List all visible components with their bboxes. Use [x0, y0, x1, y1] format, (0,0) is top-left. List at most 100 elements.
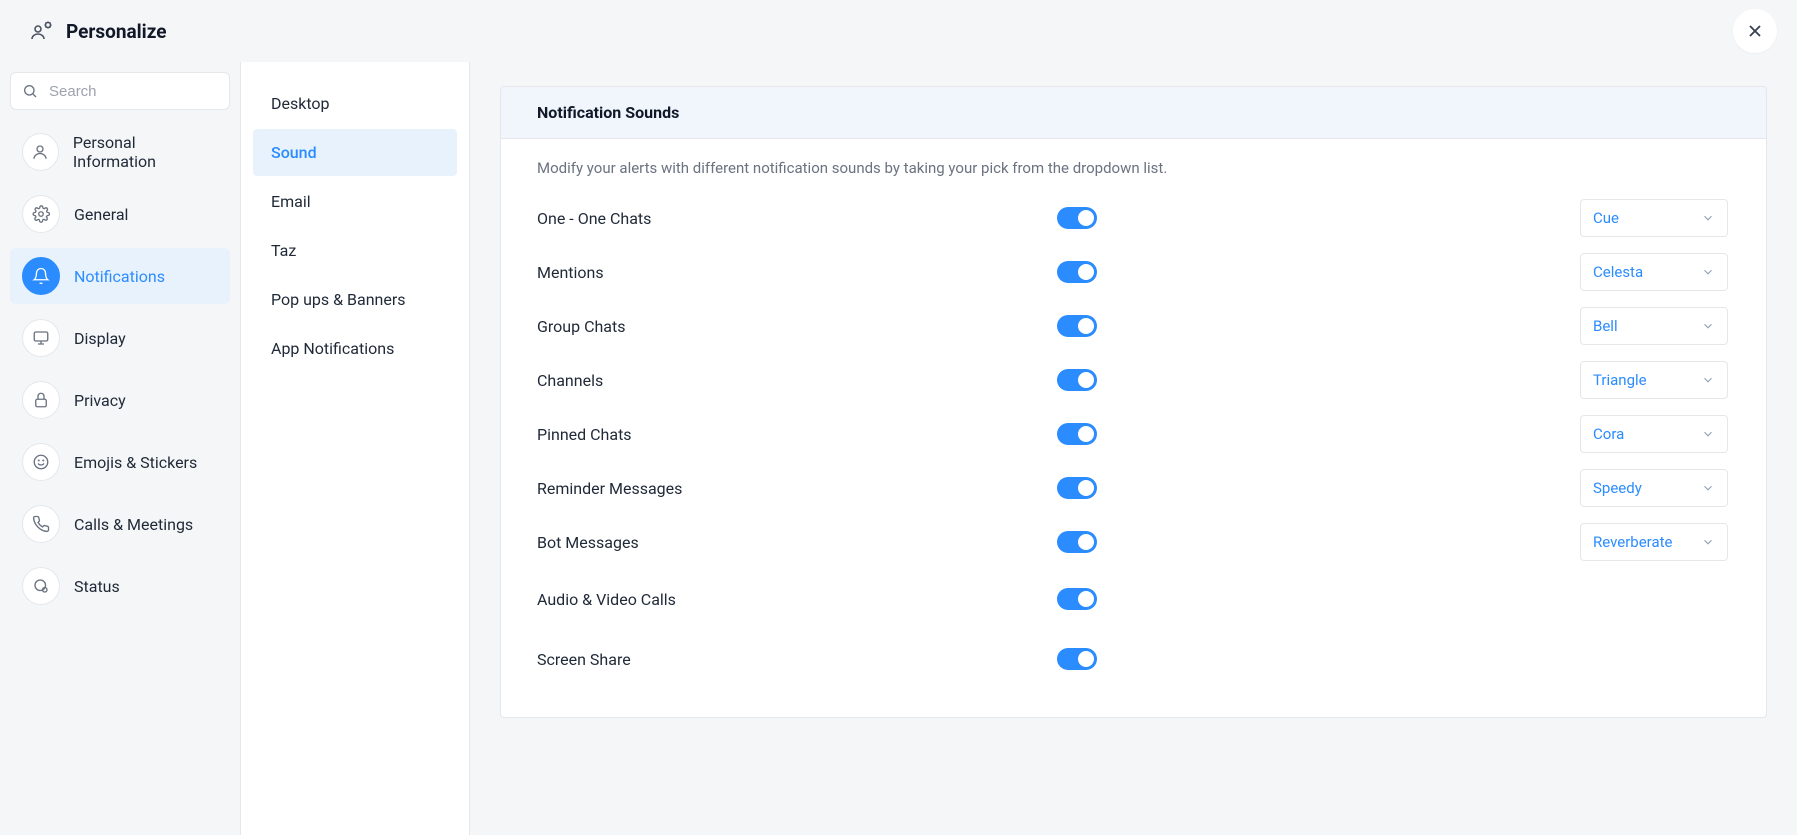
lock-icon: [22, 381, 60, 419]
subnav-item-desktop[interactable]: Desktop: [253, 80, 457, 127]
sound-select-channels[interactable]: Triangle: [1580, 361, 1728, 399]
phone-icon: [22, 505, 60, 543]
sound-select-group-chats[interactable]: Bell: [1580, 307, 1728, 345]
row-label: Bot Messages: [537, 533, 1057, 552]
sound-select-pinned-chats[interactable]: Cora: [1580, 415, 1728, 453]
close-icon: [1745, 21, 1765, 41]
sidebar-item-privacy[interactable]: Privacy: [10, 372, 230, 428]
toggle-audio-video-calls[interactable]: [1057, 588, 1097, 610]
search-icon: [22, 83, 38, 99]
toggle-one-one-chats[interactable]: [1057, 207, 1097, 229]
row-label: Pinned Chats: [537, 425, 1057, 444]
select-value: Bell: [1593, 317, 1618, 335]
header: Personalize: [0, 0, 1797, 62]
row-reminder-messages: Reminder Messages Speedy: [537, 461, 1730, 515]
select-value: Reverberate: [1593, 533, 1673, 551]
row-screen-share: Screen Share: [537, 629, 1730, 689]
sidebar-item-label: General: [74, 205, 128, 224]
toggle-channels[interactable]: [1057, 369, 1097, 391]
toggle-screen-share[interactable]: [1057, 648, 1097, 670]
main-content: Notification Sounds Modify your alerts w…: [470, 62, 1797, 835]
subnav-item-popups-banners[interactable]: Pop ups & Banners: [253, 276, 457, 323]
panel-description: Modify your alerts with different notifi…: [501, 139, 1766, 183]
page-title: Personalize: [66, 20, 166, 43]
chevron-down-icon: [1701, 211, 1715, 225]
toggle-group-chats[interactable]: [1057, 315, 1097, 337]
sidebar: Personal Information General Notificatio…: [0, 62, 240, 835]
subnav-item-sound[interactable]: Sound: [253, 129, 457, 176]
row-channels: Channels Triangle: [537, 353, 1730, 407]
subnav-item-app-notifications[interactable]: App Notifications: [253, 325, 457, 372]
subnav-item-label: Pop ups & Banners: [271, 290, 406, 309]
row-label: Screen Share: [537, 650, 1057, 669]
row-label: Group Chats: [537, 317, 1057, 336]
subnav-item-label: Sound: [271, 143, 317, 162]
toggle-pinned-chats[interactable]: [1057, 423, 1097, 445]
chevron-down-icon: [1701, 373, 1715, 387]
sound-select-reminder-messages[interactable]: Speedy: [1580, 469, 1728, 507]
subnav-item-label: App Notifications: [271, 339, 394, 358]
chevron-down-icon: [1701, 319, 1715, 333]
sidebar-item-emojis-stickers[interactable]: Emojis & Stickers: [10, 434, 230, 490]
sidebar-item-status[interactable]: Status: [10, 558, 230, 614]
row-label: One - One Chats: [537, 209, 1057, 228]
sound-select-mentions[interactable]: Celesta: [1580, 253, 1728, 291]
status-icon: [22, 567, 60, 605]
toggle-bot-messages[interactable]: [1057, 531, 1097, 553]
user-icon: [22, 133, 59, 171]
row-mentions: Mentions Celesta: [537, 245, 1730, 299]
smile-icon: [22, 443, 60, 481]
chevron-down-icon: [1701, 427, 1715, 441]
sidebar-item-label: Calls & Meetings: [74, 515, 193, 534]
row-pinned-chats: Pinned Chats Cora: [537, 407, 1730, 461]
gear-icon: [22, 195, 60, 233]
chevron-down-icon: [1701, 535, 1715, 549]
subnav: Desktop Sound Email Taz Pop ups & Banner…: [240, 62, 470, 835]
select-value: Triangle: [1593, 371, 1647, 389]
select-value: Cora: [1593, 425, 1624, 443]
sound-select-one-one-chats[interactable]: Cue: [1580, 199, 1728, 237]
select-value: Celesta: [1593, 263, 1643, 281]
sidebar-item-notifications[interactable]: Notifications: [10, 248, 230, 304]
toggle-reminder-messages[interactable]: [1057, 477, 1097, 499]
panel-body: One - One Chats Cue Mentions Celesta Gro…: [501, 183, 1766, 717]
sidebar-item-general[interactable]: General: [10, 186, 230, 242]
search-input[interactable]: [10, 72, 230, 110]
search-wrap: [10, 72, 230, 110]
personalize-icon: [30, 19, 54, 43]
row-label: Audio & Video Calls: [537, 590, 1057, 609]
sidebar-item-label: Emojis & Stickers: [74, 453, 197, 472]
sidebar-item-label: Display: [74, 329, 126, 348]
row-label: Reminder Messages: [537, 479, 1057, 498]
bell-icon: [22, 257, 60, 295]
subnav-item-label: Taz: [271, 241, 296, 260]
notification-sounds-panel: Notification Sounds Modify your alerts w…: [500, 86, 1767, 718]
row-group-chats: Group Chats Bell: [537, 299, 1730, 353]
sidebar-item-label: Personal Information: [73, 133, 218, 171]
close-button[interactable]: [1733, 9, 1777, 53]
sidebar-item-calls-meetings[interactable]: Calls & Meetings: [10, 496, 230, 552]
toggle-mentions[interactable]: [1057, 261, 1097, 283]
row-bot-messages: Bot Messages Reverberate: [537, 515, 1730, 569]
sidebar-item-label: Status: [74, 577, 120, 596]
sidebar-item-display[interactable]: Display: [10, 310, 230, 366]
row-audio-video-calls: Audio & Video Calls: [537, 569, 1730, 629]
row-label: Channels: [537, 371, 1057, 390]
chevron-down-icon: [1701, 265, 1715, 279]
subnav-item-taz[interactable]: Taz: [253, 227, 457, 274]
sound-select-bot-messages[interactable]: Reverberate: [1580, 523, 1728, 561]
sidebar-item-label: Notifications: [74, 267, 165, 286]
row-one-one-chats: One - One Chats Cue: [537, 191, 1730, 245]
subnav-item-label: Desktop: [271, 94, 330, 113]
sidebar-item-label: Privacy: [74, 391, 126, 410]
select-value: Speedy: [1593, 479, 1642, 497]
subnav-item-email[interactable]: Email: [253, 178, 457, 225]
row-label: Mentions: [537, 263, 1057, 282]
select-value: Cue: [1593, 209, 1619, 227]
chevron-down-icon: [1701, 481, 1715, 495]
monitor-icon: [22, 319, 60, 357]
layout: Personal Information General Notificatio…: [0, 62, 1797, 835]
sidebar-item-personal-information[interactable]: Personal Information: [10, 124, 230, 180]
panel-title: Notification Sounds: [501, 87, 1766, 139]
subnav-item-label: Email: [271, 192, 311, 211]
